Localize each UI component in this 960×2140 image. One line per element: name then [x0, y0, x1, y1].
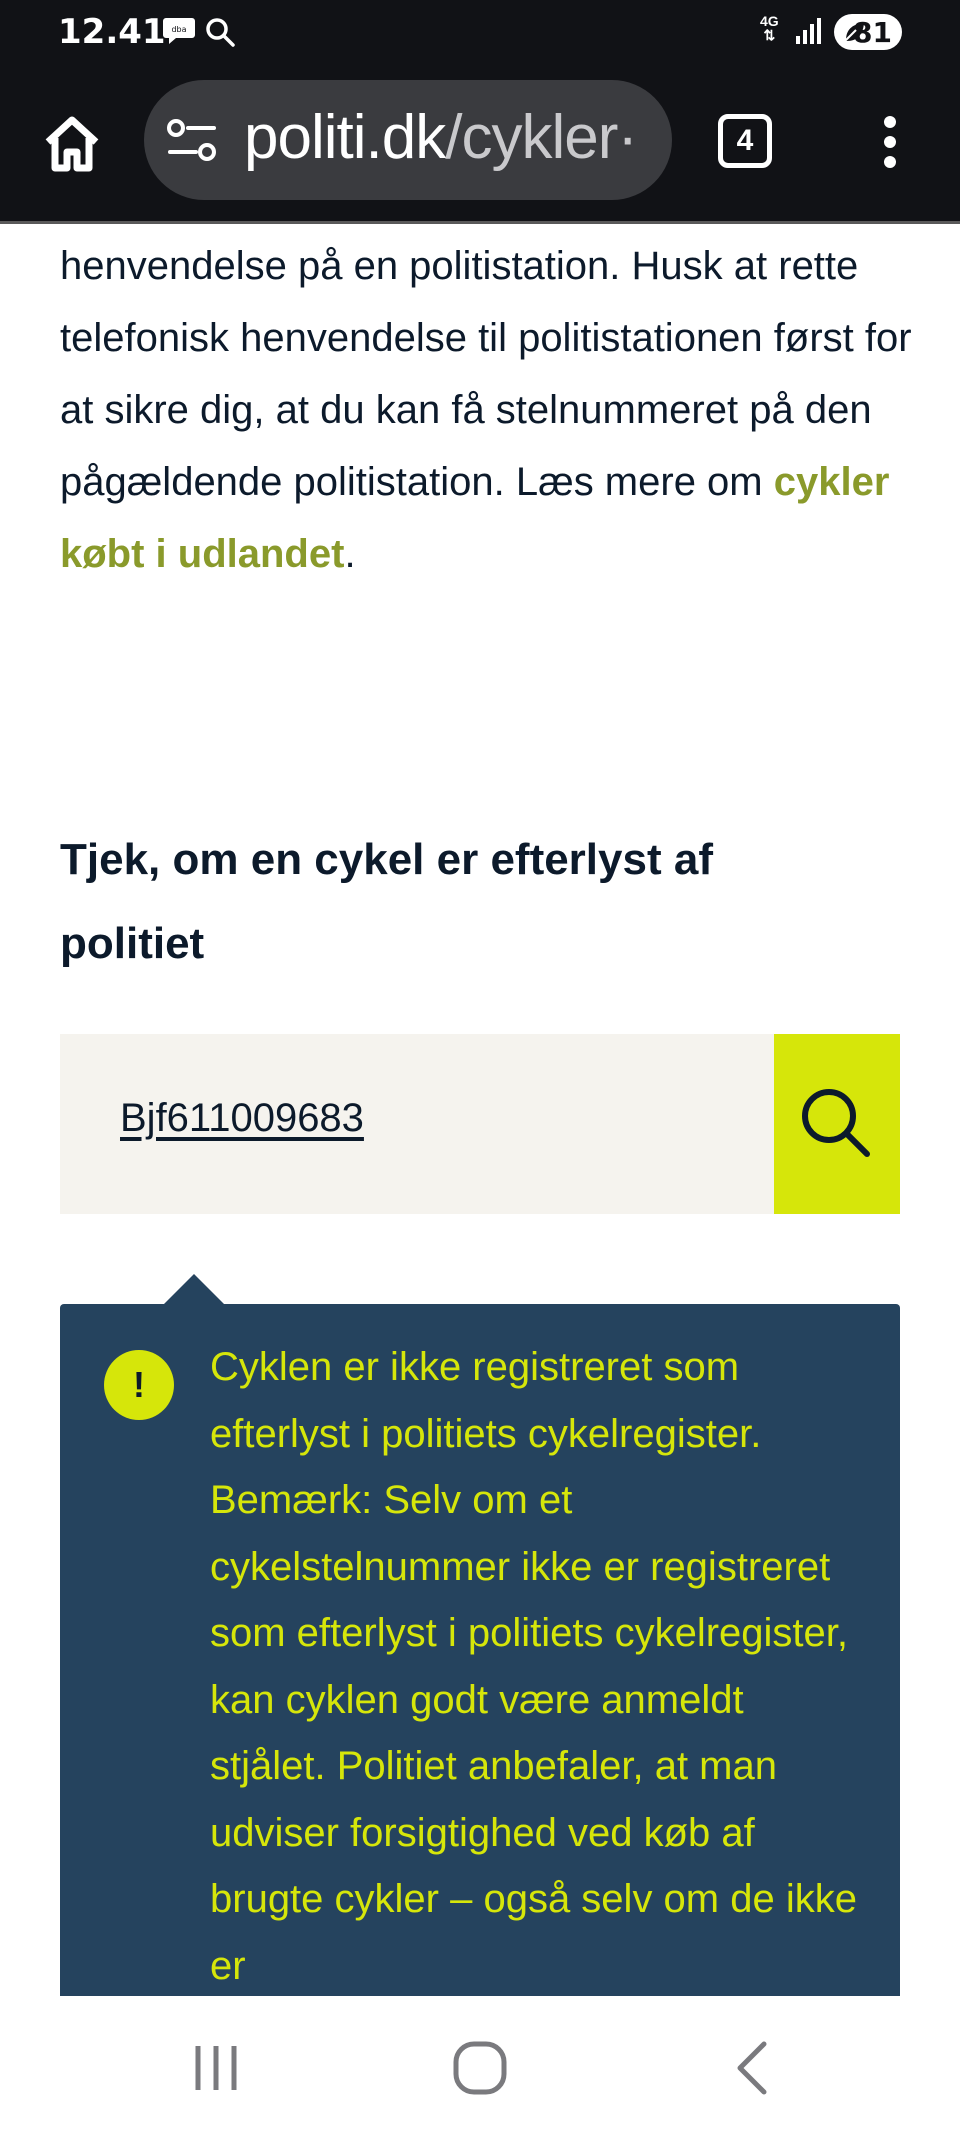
search-button[interactable] [774, 1034, 900, 1214]
result-alert: ! Cyklen er ikke registreret som efterly… [60, 1304, 900, 2004]
home-nav-icon[interactable] [450, 2038, 510, 2098]
more-vertical-icon[interactable] [870, 110, 910, 174]
address-bar[interactable]: politi.dk/cykler· [144, 80, 672, 200]
alert-pointer [164, 1274, 224, 1304]
tab-count: 4 [736, 124, 754, 157]
search-icon [802, 1089, 870, 1157]
intro-end: . [344, 532, 356, 576]
browser-toolbar: politi.dk/cykler· 4 [0, 72, 960, 224]
battery-indicator: 81 [834, 14, 902, 50]
power-saving-leaf-icon [845, 23, 864, 41]
alert-message: Cyklen er ikke registreret som efterlyst… [210, 1345, 857, 1988]
intro-paragraph: henvendelse på en politistation. Husk at… [60, 230, 920, 590]
recent-apps-icon[interactable] [186, 2038, 246, 2098]
system-navigation-bar [0, 1996, 960, 2140]
page-content: henvendelse på en politistation. Husk at… [60, 230, 920, 590]
search-input[interactable]: Bjf611009683 [120, 1096, 364, 1141]
status-bar: 12.41 dba 4G ⇅ 81 [0, 0, 960, 72]
section-heading: Tjek, om en cykel er efterlyst af politi… [60, 835, 713, 968]
network-type: 4G ⇅ [760, 13, 779, 43]
url-text[interactable]: politi.dk/cykler· [244, 102, 638, 173]
status-time: 12.41 [58, 12, 166, 52]
exclamation-icon: ! [104, 1350, 174, 1420]
tab-switcher-button[interactable]: 4 [718, 114, 772, 168]
url-domain: politi.dk [244, 103, 446, 172]
site-settings-icon[interactable] [166, 118, 218, 162]
signal-icon [796, 18, 821, 44]
data-arrows-icon: ⇅ [763, 27, 776, 43]
chat-notification-icon: dba [163, 18, 195, 44]
url-path: /cykler· [445, 103, 638, 172]
back-icon[interactable] [724, 2038, 784, 2098]
home-icon[interactable] [40, 112, 104, 176]
search-notification-icon [206, 18, 235, 47]
svg-text:dba: dba [171, 25, 186, 34]
